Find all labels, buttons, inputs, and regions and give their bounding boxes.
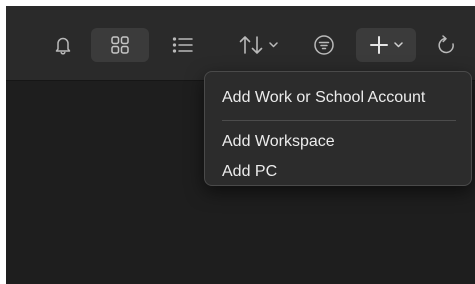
sort-button[interactable] [228, 28, 288, 62]
grid-view-icon [111, 36, 129, 54]
list-view-button[interactable] [166, 30, 200, 60]
grid-view-button[interactable] [91, 28, 149, 62]
list-view-icon [172, 37, 193, 53]
plus-icon [370, 36, 388, 54]
app-window: Add Work or School Account Add Workspace… [6, 6, 475, 284]
refresh-button[interactable] [432, 30, 462, 60]
chevron-down-icon [394, 42, 403, 48]
content-area [6, 81, 475, 284]
sort-icon [239, 36, 263, 54]
bell-icon [55, 37, 71, 55]
chevron-down-icon [269, 42, 278, 48]
filter-button[interactable] [308, 30, 340, 60]
refresh-icon [438, 35, 454, 54]
filter-icon [314, 35, 334, 55]
add-button[interactable] [356, 28, 416, 62]
notifications-button[interactable] [48, 30, 78, 60]
toolbar [6, 6, 475, 81]
